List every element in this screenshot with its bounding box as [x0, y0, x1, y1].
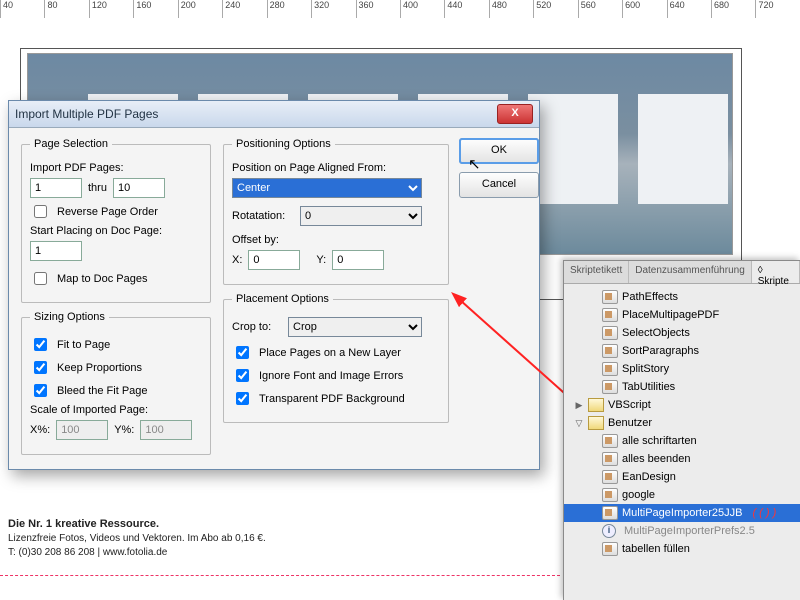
panel-tabs: Skriptetikett Datenzusammenführung ◊ Skr…: [564, 261, 800, 284]
script-icon: [602, 380, 618, 394]
script-icon: [602, 434, 618, 448]
script-prefs-item[interactable]: iMultiPageImporterPrefs2.5: [564, 522, 800, 540]
script-icon: [602, 362, 618, 376]
guide-line: [0, 575, 560, 576]
offset-y-input[interactable]: [332, 250, 384, 270]
scripts-tree[interactable]: PathEffects PlaceMultipagePDF SelectObje…: [564, 284, 800, 600]
scale-x-input: [56, 420, 108, 440]
folder-icon: [588, 398, 604, 412]
horizontal-ruler: 4080120 160200240 280320360 400440480 52…: [0, 0, 800, 19]
script-icon: [602, 452, 618, 466]
folder-user[interactable]: ▽Benutzer: [564, 414, 800, 432]
script-icon: [602, 542, 618, 556]
fit-to-page-checkbox[interactable]: [34, 338, 47, 351]
script-item[interactable]: EanDesign: [564, 468, 800, 486]
tab-scripts[interactable]: ◊ Skripte: [752, 261, 800, 283]
offset-label: Offset by:: [232, 234, 440, 246]
chevron-down-icon: ▽: [574, 418, 584, 429]
dialog-title: Import Multiple PDF Pages: [15, 107, 158, 121]
script-icon: [602, 290, 618, 304]
reverse-order-checkbox[interactable]: [34, 205, 47, 218]
script-icon: [602, 308, 618, 322]
script-item[interactable]: PlaceMultipagePDF: [564, 306, 800, 324]
position-label: Position on Page Aligned From:: [232, 162, 440, 174]
tab-script-label[interactable]: Skriptetikett: [564, 261, 629, 283]
script-icon: [602, 488, 618, 502]
script-icon: [602, 470, 618, 484]
scale-label: Scale of Imported Page:: [30, 404, 202, 416]
scripts-panel: Skriptetikett Datenzusammenführung ◊ Skr…: [563, 260, 800, 600]
page-selection-group: Page Selection Import PDF Pages: thru Re…: [21, 138, 211, 303]
folder-vbscript[interactable]: ▶VBScript: [564, 396, 800, 414]
running-indicator: ( ( ) ): [752, 507, 776, 519]
sizing-options-group: Sizing Options Fit to Page Keep Proporti…: [21, 311, 211, 455]
offset-x-input[interactable]: [248, 250, 300, 270]
page-from-input[interactable]: [30, 178, 82, 198]
chevron-right-icon: ▶: [574, 400, 584, 411]
scale-y-input: [140, 420, 192, 440]
script-item[interactable]: tabellen füllen: [564, 540, 800, 558]
page-to-input[interactable]: [113, 178, 165, 198]
start-page-input[interactable]: [30, 241, 82, 261]
script-icon: [602, 344, 618, 358]
tab-data-merge[interactable]: Datenzusammenführung: [629, 261, 752, 283]
crop-select[interactable]: Crop: [288, 317, 422, 337]
positioning-options-group: Positioning Options Position on Page Ali…: [223, 138, 449, 285]
map-doc-checkbox[interactable]: [34, 272, 47, 285]
script-item[interactable]: SortParagraphs: [564, 342, 800, 360]
info-icon: i: [602, 524, 616, 538]
script-item-selected[interactable]: MultiPageImporter25JJB( ( ) ): [564, 504, 800, 522]
close-button[interactable]: X: [497, 104, 533, 124]
rotation-select[interactable]: 0: [300, 206, 422, 226]
new-layer-checkbox[interactable]: [236, 346, 249, 359]
start-page-label: Start Placing on Doc Page:: [30, 225, 202, 237]
script-item[interactable]: alles beenden: [564, 450, 800, 468]
script-item[interactable]: PathEffects: [564, 288, 800, 306]
script-item[interactable]: SelectObjects: [564, 324, 800, 342]
script-item[interactable]: TabUtilities: [564, 378, 800, 396]
keep-proportions-checkbox[interactable]: [34, 361, 47, 374]
script-icon: [602, 506, 618, 520]
footer-text: Die Nr. 1 kreative Ressource. Lizenzfrei…: [8, 517, 266, 560]
folder-icon: [588, 416, 604, 430]
script-icon: [602, 326, 618, 340]
import-pages-label: Import PDF Pages:: [30, 162, 202, 174]
import-pdf-dialog: Import Multiple PDF Pages X Page Selecti…: [8, 100, 540, 470]
script-item[interactable]: SplitStory: [564, 360, 800, 378]
script-item[interactable]: google: [564, 486, 800, 504]
bleed-fit-checkbox[interactable]: [34, 384, 47, 397]
ignore-errors-checkbox[interactable]: [236, 369, 249, 382]
placement-options-group: Placement Options Crop to: Crop Place Pa…: [223, 293, 449, 423]
cancel-button[interactable]: Cancel: [459, 172, 539, 198]
dialog-titlebar[interactable]: Import Multiple PDF Pages X: [9, 101, 539, 128]
transparent-bg-checkbox[interactable]: [236, 392, 249, 405]
script-item[interactable]: alle schriftarten: [564, 432, 800, 450]
position-select[interactable]: Center: [232, 178, 422, 198]
cursor-icon: ↖: [468, 155, 481, 173]
